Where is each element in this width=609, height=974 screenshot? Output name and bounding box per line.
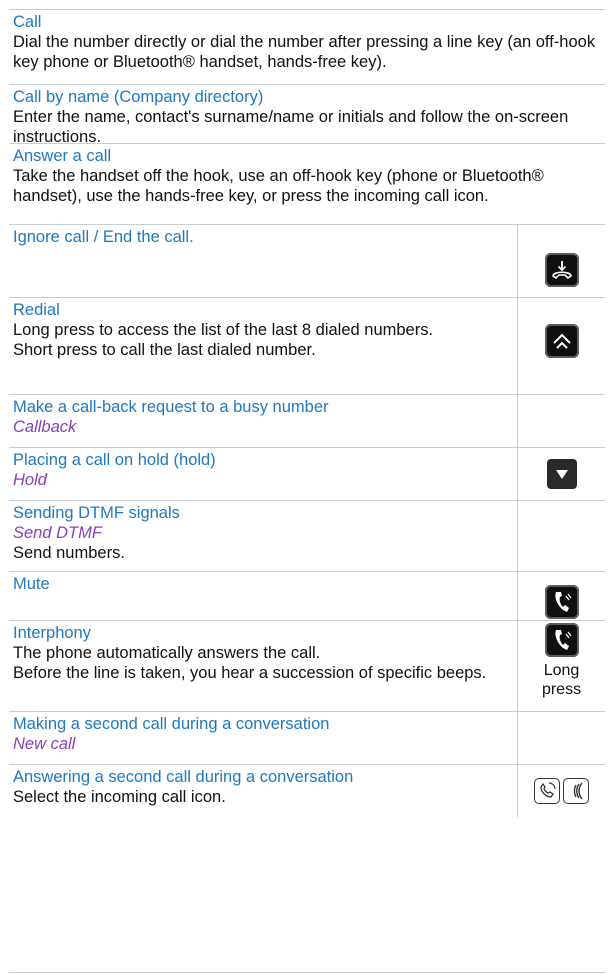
incoming-call-icons [534, 778, 589, 804]
row-text: Redial Long press to access the list of … [9, 298, 517, 394]
row-description: Select the incoming call icon. [13, 788, 226, 806]
hold-key-icon [546, 459, 577, 489]
icon-cell [517, 501, 605, 571]
row-ignore-end-call: Ignore call / End the call. [9, 224, 605, 297]
row-text: Sending DTMF signals Send DTMF Send numb… [9, 501, 517, 571]
row-text: Call by name (Company directory) Enter t… [9, 85, 603, 146]
row-text: Making a second call during a conversati… [9, 712, 517, 764]
row-text: Interphony The phone automatically answe… [9, 621, 517, 711]
row-description: The phone automatically answers the call… [13, 644, 321, 662]
row-new-call: Making a second call during a conversati… [9, 711, 605, 764]
mute-key-icon [544, 623, 579, 657]
row-mute: Mute [9, 571, 605, 620]
row-text: Answering a second call during a convers… [9, 765, 517, 817]
row-title: Call by name (Company directory) [13, 88, 264, 106]
mute-key-icon [544, 585, 579, 619]
row-text: Placing a call on hold (hold) Hold [9, 448, 517, 500]
row-title: Making a second call during a conversati… [13, 715, 330, 733]
row-dtmf: Sending DTMF signals Send DTMF Send numb… [9, 500, 605, 571]
row-text: Ignore call / End the call. [9, 225, 517, 297]
row-action: Hold [13, 471, 47, 489]
redial-key-icon [544, 324, 579, 358]
row-answer-call: Answer a call Take the handset off the h… [9, 143, 605, 224]
icon-cell [517, 712, 605, 764]
icon-cell [517, 298, 605, 394]
row-description: Long press to access the list of the las… [13, 321, 434, 339]
row-action: Callback [13, 418, 77, 436]
row-call-by-name: Call by name (Company directory) Enter t… [9, 84, 605, 146]
ringing-call-icon [563, 778, 589, 804]
row-title: Answer a call [13, 147, 112, 165]
icon-cell: Long press [517, 621, 605, 711]
icon-cell [517, 448, 605, 500]
row-hold: Placing a call on hold (hold) Hold [9, 447, 605, 500]
long-press-note: Long press [541, 662, 582, 698]
row-callback: Make a call-back request to a busy numbe… [9, 394, 605, 447]
incoming-call-icon [534, 778, 560, 804]
row-description: Take the handset off the hook, use an of… [13, 167, 544, 205]
row-title: Placing a call on hold (hold) [13, 451, 216, 469]
icon-cell [517, 572, 605, 620]
row-title: Make a call-back request to a busy numbe… [13, 398, 329, 416]
row-description-2: Short press to call the last dialed numb… [13, 341, 316, 359]
hang-up-key-icon [544, 253, 579, 287]
row-description: Send numbers. [13, 544, 125, 562]
row-action: Send DTMF [13, 524, 102, 542]
row-description-2: Before the line is taken, you hear a suc… [13, 664, 487, 682]
icon-cell [517, 225, 605, 297]
row-title: Call [13, 13, 42, 31]
row-description: Enter the name, contact's surname/name o… [13, 108, 569, 146]
row-title: Sending DTMF signals [13, 504, 180, 522]
icon-cell [517, 765, 605, 817]
row-interphony: Interphony The phone automatically answe… [9, 620, 605, 711]
row-call: Call Dial the number directly or dial th… [9, 9, 605, 84]
row-title: Ignore call / End the call. [13, 228, 194, 246]
row-text: Mute [9, 572, 517, 620]
icon-cell [517, 395, 605, 447]
row-action: New call [13, 735, 76, 753]
row-text: Make a call-back request to a busy numbe… [9, 395, 517, 447]
row-description: Dial the number directly or dial the num… [13, 33, 596, 71]
row-text: Call Dial the number directly or dial th… [9, 10, 603, 84]
quick-guide-table: Call Dial the number directly or dial th… [9, 9, 605, 817]
row-answer-second-call: Answering a second call during a convers… [9, 764, 605, 817]
row-title: Mute [13, 575, 50, 593]
row-title: Redial [13, 301, 60, 319]
row-text: Answer a call Take the handset off the h… [9, 144, 603, 224]
table-bottom-border [9, 972, 605, 973]
row-title: Interphony [13, 624, 91, 642]
row-title: Answering a second call during a convers… [13, 768, 354, 786]
row-redial: Redial Long press to access the list of … [9, 297, 605, 394]
